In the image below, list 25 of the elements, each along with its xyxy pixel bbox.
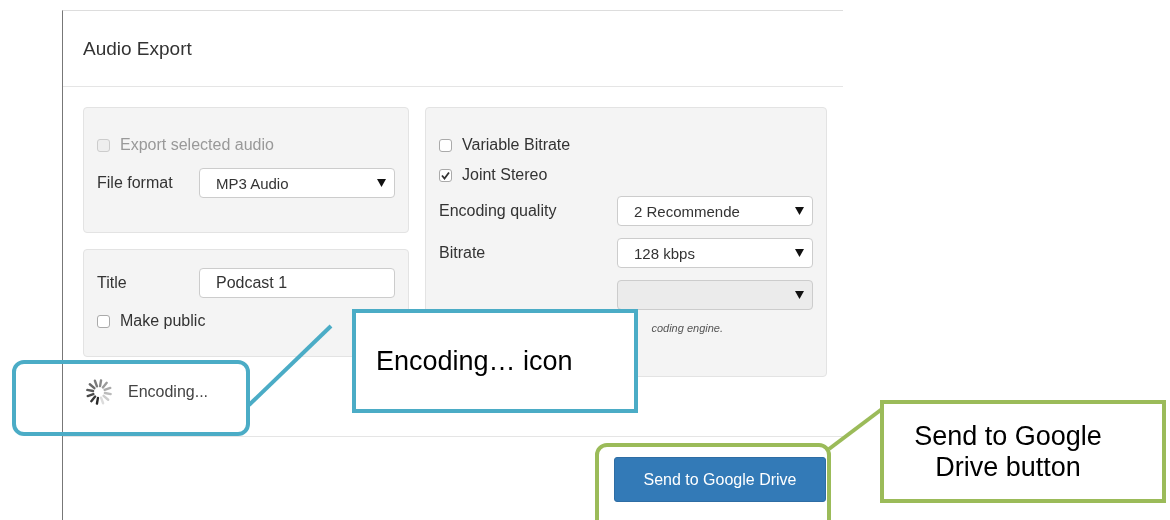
- checkbox-label: Make public: [120, 312, 206, 330]
- caret-icon: [795, 207, 804, 215]
- checkbox-label: Joint Stereo: [462, 166, 548, 184]
- checkbox[interactable]: [439, 168, 452, 182]
- field-label: Encoding quality: [439, 202, 557, 220]
- hint-text: coding engine.: [651, 322, 723, 334]
- input-field[interactable]: Podcast 1: [199, 268, 395, 298]
- callout-text: Encoding… icon: [376, 345, 573, 377]
- checkbox[interactable]: [97, 314, 110, 328]
- field-label: Bitrate: [439, 244, 486, 262]
- caret-icon: [795, 249, 804, 257]
- callout-text: Send to Google Drive button: [913, 420, 1103, 483]
- checkbox[interactable]: [439, 138, 452, 152]
- status-text: Encoding...: [128, 383, 209, 401]
- caret-icon: [795, 291, 804, 299]
- field-label: Title: [97, 274, 127, 292]
- send-button[interactable]: Send to Google Drive: [614, 457, 826, 502]
- dialog-title: Audio Export: [83, 37, 192, 60]
- caret-icon: [377, 179, 386, 187]
- field-label: File format: [97, 174, 173, 192]
- select-field[interactable]: 2 Recommende: [617, 196, 813, 226]
- select-field[interactable]: 128 kbps: [617, 238, 813, 268]
- checkbox-label: Variable Bitrate: [462, 136, 571, 154]
- checkbox-label: Export selected audio: [120, 136, 274, 154]
- select-field[interactable]: MP3 Audio: [199, 168, 395, 198]
